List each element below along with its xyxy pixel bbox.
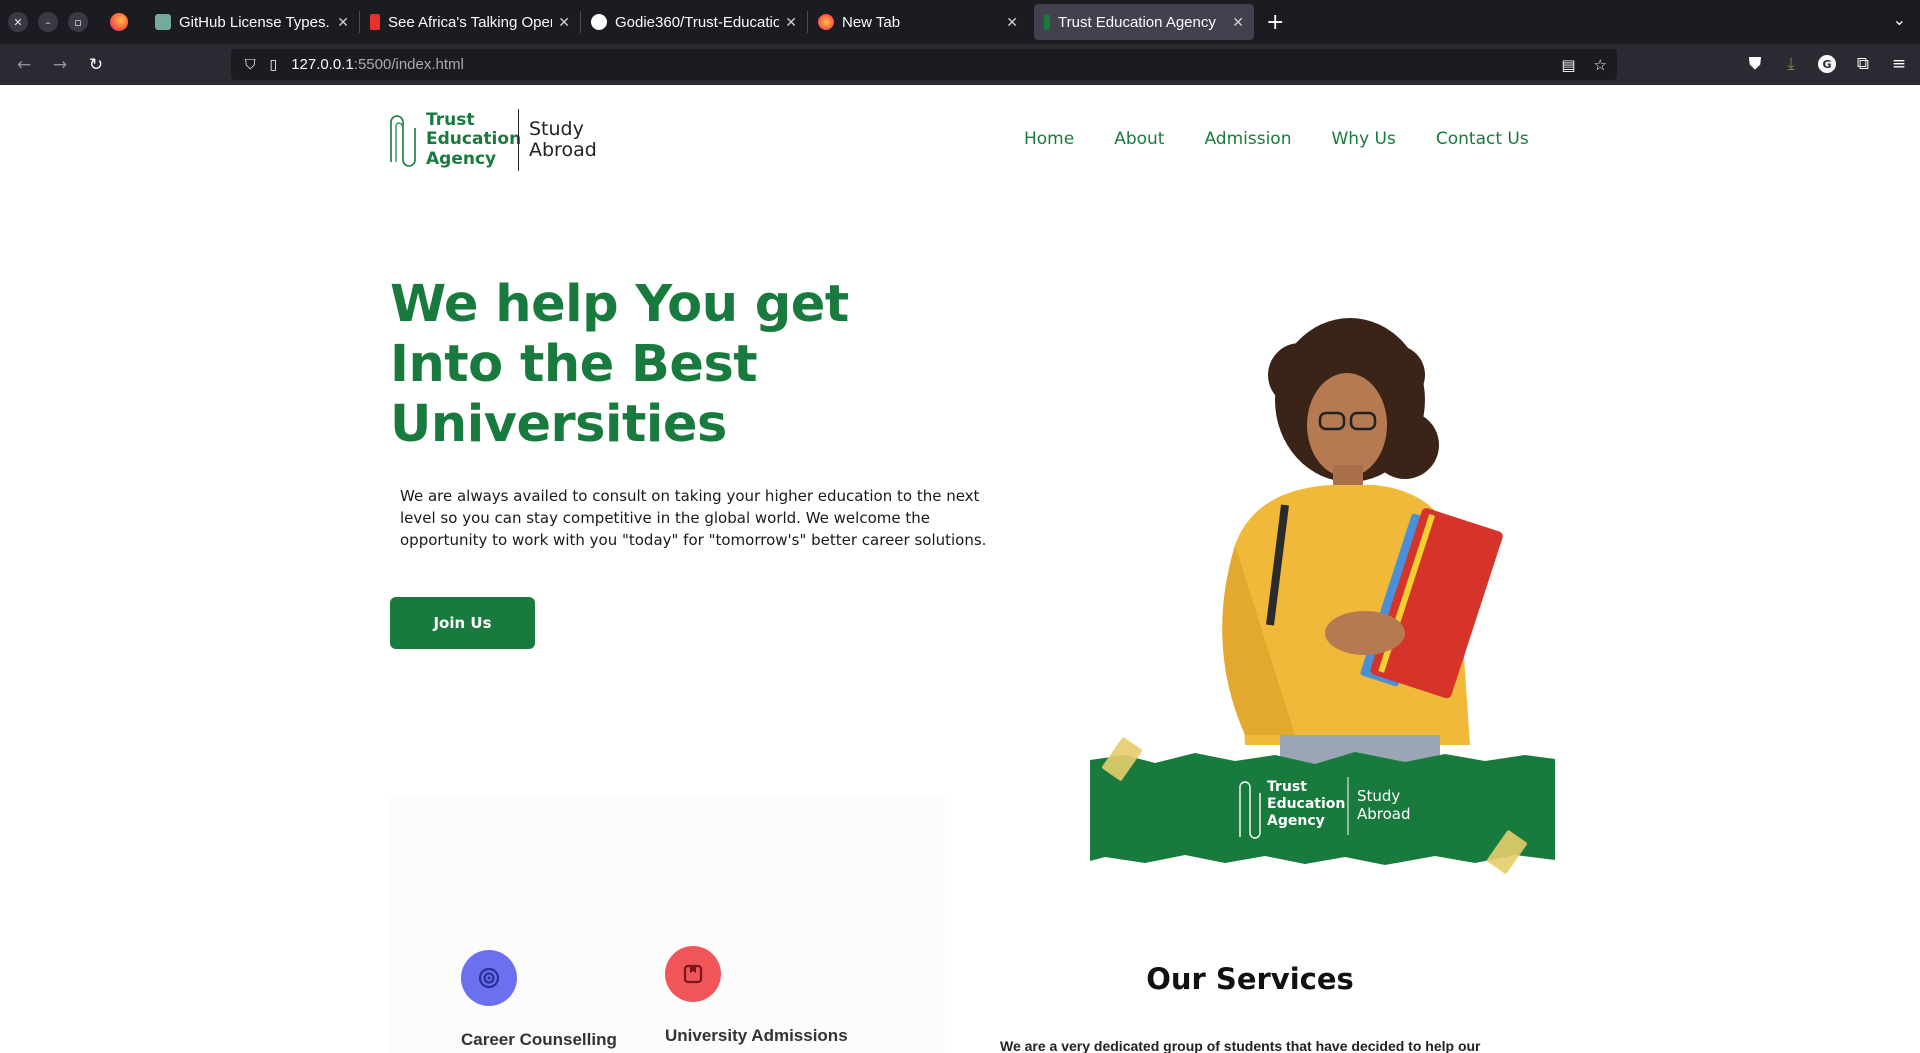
service-title: University Admissions xyxy=(665,1026,848,1045)
tab-label: Godie360/Trust-Educatio xyxy=(615,13,780,31)
africas-talking-favicon-icon xyxy=(370,14,380,30)
services-description: We are a very dedicated group of student… xyxy=(1000,1038,1481,1053)
tab-close-icon[interactable]: ✕ xyxy=(558,14,570,31)
tab-africas-talking[interactable]: See Africa's Talking Open ✕ xyxy=(360,4,580,40)
tab-label: GitHub License Types. xyxy=(179,13,330,31)
tab-trust-education[interactable]: Trust Education Agency ✕ xyxy=(1034,4,1254,40)
site-favicon-icon xyxy=(1044,14,1050,30)
tab-label: New Tab xyxy=(842,13,901,31)
tab-new-tab[interactable]: New Tab ✕ xyxy=(808,4,1028,40)
web-page: Trust Education Agency Study Abroad Home… xyxy=(0,85,1920,1053)
logo-mark-icon xyxy=(390,115,416,167)
pocket-icon[interactable]: ⛊ xyxy=(1742,49,1768,79)
url-bar-actions: ▤ ☆ xyxy=(1561,56,1607,74)
tab-github-repo[interactable]: Godie360/Trust-Educatio ✕ xyxy=(581,4,807,40)
profile-avatar: G xyxy=(1818,55,1836,73)
tab-close-icon[interactable]: ✕ xyxy=(1232,14,1244,31)
menu-icon[interactable]: ≡ xyxy=(1886,49,1912,79)
service-university-admissions[interactable]: University Admissions xyxy=(665,946,848,1046)
tab-label: See Africa's Talking Open xyxy=(388,13,553,31)
reader-view-icon[interactable]: ▤ xyxy=(1561,56,1575,74)
site-navigation: Home About Admission Why Us Contact Us xyxy=(1024,129,1529,149)
nav-contact-us[interactable]: Contact Us xyxy=(1436,129,1529,149)
site-logo[interactable]: Trust Education Agency Study Abroad xyxy=(388,108,599,172)
downloads-icon[interactable]: ⤓ xyxy=(1778,49,1804,79)
tab-close-icon[interactable]: ✕ xyxy=(785,14,797,31)
tab-github-license[interactable]: GitHub License Types. ✕ xyxy=(145,4,359,40)
window-controls: ✕ – ▫ xyxy=(0,12,145,32)
hero-title: We help You get Into the Best Universiti… xyxy=(390,275,849,454)
github-favicon-icon xyxy=(591,14,607,30)
hero-description: We are always availed to consult on taki… xyxy=(400,487,987,549)
logo-divider xyxy=(518,109,519,171)
extensions-icon[interactable]: ⧉ xyxy=(1850,49,1876,79)
tab-label: Trust Education Agency xyxy=(1058,13,1216,31)
back-icon[interactable]: ← xyxy=(6,50,42,80)
page-icon: ▯ xyxy=(269,56,278,73)
browser-navigation-bar: ← → ↻ ⛉ ▯ 127.0.0.1 :5500/index.html ▤ ☆… xyxy=(0,44,1920,85)
service-career-counselling[interactable]: Career Counselling xyxy=(461,950,617,1050)
window-minimize-icon[interactable]: – xyxy=(38,12,58,32)
chatgpt-favicon-icon xyxy=(155,14,171,30)
firefox-favicon-icon xyxy=(818,14,834,30)
tab-close-icon[interactable]: ✕ xyxy=(337,14,349,31)
browser-tab-bar: ✕ – ▫ GitHub License Types. ✕ See Africa… xyxy=(0,0,1920,44)
url-host: 127.0.0.1 xyxy=(291,56,354,73)
hero-student-image: Trust Education Agency Study Abroad xyxy=(1090,318,1555,874)
tab-close-icon[interactable]: ✕ xyxy=(1006,14,1018,31)
logo-tagline: Study Abroad xyxy=(529,118,597,161)
window-restore-icon[interactable]: ▫ xyxy=(68,12,88,32)
service-title: Career Counselling xyxy=(461,1030,617,1049)
toolbar-actions: ⛊ ⤓ G ⧉ ≡ xyxy=(1742,49,1912,79)
firefox-view-icon[interactable] xyxy=(110,13,128,31)
nav-why-us[interactable]: Why Us xyxy=(1332,129,1396,149)
forward-icon[interactable]: → xyxy=(42,50,78,80)
url-bar[interactable]: ⛉ ▯ 127.0.0.1 :5500/index.html ▤ ☆ xyxy=(231,49,1617,80)
target-icon xyxy=(461,950,517,1006)
reload-icon[interactable]: ↻ xyxy=(78,50,114,80)
new-tab-icon[interactable]: + xyxy=(1266,10,1284,35)
bookmark-star-icon[interactable]: ☆ xyxy=(1594,56,1607,74)
nav-admission[interactable]: Admission xyxy=(1204,129,1291,149)
account-icon[interactable]: G xyxy=(1814,49,1840,79)
nav-about[interactable]: About xyxy=(1114,129,1164,149)
bookmark-icon xyxy=(665,946,721,1002)
nav-home[interactable]: Home xyxy=(1024,129,1074,149)
logo-name: Trust Education Agency xyxy=(426,109,522,169)
shield-icon[interactable]: ⛉ xyxy=(245,57,256,73)
join-us-button[interactable]: Join Us xyxy=(390,597,535,649)
list-all-tabs-icon[interactable]: ⌄ xyxy=(1893,10,1906,29)
window-close-icon[interactable]: ✕ xyxy=(8,12,28,32)
services-heading: Our Services xyxy=(1146,962,1354,996)
url-path: :5500/index.html xyxy=(353,56,464,73)
